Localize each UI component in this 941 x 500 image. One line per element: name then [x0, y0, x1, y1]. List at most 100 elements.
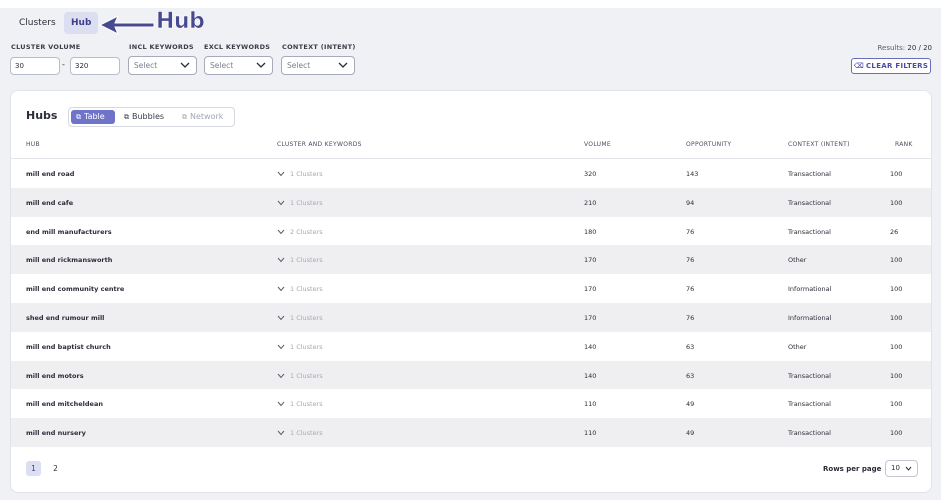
cell-rank: 100	[890, 429, 903, 438]
table-row[interactable]: mill end road 1 Clusters 320 143 Transac…	[11, 159, 931, 188]
cell-clusters[interactable]: 1 Clusters	[277, 314, 323, 322]
table-row[interactable]: mill end cafe 1 Clusters 210 94 Transact…	[11, 187, 931, 217]
cell-context: Other	[788, 256, 807, 265]
table-row[interactable]: mill end baptist church 1 Clusters 140 6…	[11, 332, 931, 361]
chevron-down-icon	[277, 373, 285, 378]
table-grid-icon: ⧉	[124, 113, 129, 121]
cell-rank: 100	[890, 313, 903, 322]
cell-hub: mill end motors	[26, 371, 84, 380]
incl-keywords-select[interactable]: Select	[128, 56, 197, 75]
excl-keywords-select[interactable]: Select	[204, 56, 273, 75]
header-context[interactable]: CONTEXT (INTENT)	[788, 141, 850, 148]
table-row[interactable]: mill end mitcheldean 1 Clusters 110 49 T…	[11, 389, 931, 418]
incl-keywords-label: INCL KEYWORDS	[129, 43, 194, 51]
cell-clusters[interactable]: 1 Clusters	[277, 429, 323, 437]
view-network-label: Network	[190, 112, 224, 121]
rows-per-page-select[interactable]: 10	[885, 460, 918, 477]
cell-volume: 180	[584, 227, 597, 236]
table-row[interactable]: mill end community centre 1 Clusters 170…	[11, 274, 931, 303]
cell-clusters-label: 1 Clusters	[290, 256, 323, 265]
volume-min-input[interactable]: 30	[10, 57, 60, 75]
cell-clusters[interactable]: 2 Clusters	[277, 228, 323, 236]
view-switcher: ⧉ Table ⧉ Bubbles ⧉ Network	[68, 107, 235, 127]
header-cluster[interactable]: CLUSTER AND KEYWORDS	[277, 141, 362, 148]
context-intent-label: CONTEXT (INTENT)	[282, 43, 356, 51]
cell-opportunity: 76	[686, 227, 695, 236]
cell-opportunity: 63	[686, 342, 695, 351]
cell-hub: mill end rickmansworth	[26, 256, 113, 265]
cell-context: Informational	[788, 285, 832, 294]
results-value: 20 / 20	[907, 44, 932, 52]
tab-clusters[interactable]: Clusters	[12, 12, 63, 34]
cell-rank: 100	[890, 198, 903, 207]
chevron-down-icon	[905, 466, 912, 471]
cell-hub: mill end mitcheldean	[26, 400, 103, 409]
cell-clusters-label: 1 Clusters	[290, 313, 323, 322]
cell-clusters[interactable]: 1 Clusters	[277, 400, 323, 408]
cell-volume: 110	[584, 400, 597, 409]
chevron-down-icon	[277, 200, 285, 206]
table-grid-icon: ⧉	[76, 113, 81, 121]
chevron-down-icon	[277, 286, 285, 292]
chevron-down-icon	[277, 258, 285, 263]
cell-clusters[interactable]: 1 Clusters	[277, 343, 323, 351]
cell-clusters[interactable]: 1 Clusters	[277, 256, 323, 264]
results-count: Results: 20 / 20	[878, 44, 933, 52]
table-row[interactable]: end mill manufacturers 2 Clusters 180 76…	[11, 217, 931, 246]
table-row[interactable]: shed end rumour mill 1 Clusters 170 76 I…	[11, 302, 931, 332]
cell-rank: 100	[890, 285, 903, 294]
hubs-card: Hubs ⧉ Table ⧉ Bubbles ⧉ Network HUB CLUSTE…	[10, 90, 932, 493]
cell-volume: 320	[584, 170, 597, 178]
table-row[interactable]: mill end motors 1 Clusters 140 63 Transa…	[11, 360, 931, 390]
cell-clusters[interactable]: 1 Clusters	[277, 170, 323, 178]
cell-clusters[interactable]: 1 Clusters	[277, 285, 323, 293]
header-rank[interactable]: RANK	[895, 141, 913, 148]
header-opportunity[interactable]: OPPORTUNITY	[686, 141, 731, 148]
context-intent-select[interactable]: Select	[281, 56, 355, 75]
results-label: Results:	[877, 44, 906, 52]
cell-clusters-label: 1 Clusters	[290, 342, 323, 351]
view-bubbles-button[interactable]: ⧉ Bubbles	[119, 110, 169, 124]
cell-opportunity: 49	[686, 400, 695, 409]
cell-context: Transactional	[788, 371, 831, 380]
excl-keywords-label: EXCL KEYWORDS	[204, 43, 271, 51]
table-body: mill end road 1 Clusters 320 143 Transac…	[11, 159, 931, 447]
volume-max-input[interactable]: 320	[70, 57, 120, 75]
chevron-down-icon	[277, 315, 285, 321]
cell-hub: mill end road	[26, 170, 75, 178]
table-row[interactable]: mill end nursery 1 Clusters 110 49 Trans…	[11, 418, 931, 447]
cell-clusters-label: 1 Clusters	[290, 429, 323, 438]
cell-opportunity: 94	[686, 198, 695, 207]
page-button-2[interactable]: 2	[48, 461, 63, 476]
cell-volume: 170	[584, 313, 597, 322]
cell-hub: mill end nursery	[26, 429, 86, 438]
top-strip	[0, 0, 941, 8]
page-button-1[interactable]: 1	[26, 461, 41, 476]
view-bubbles-label: Bubbles	[132, 112, 165, 121]
cell-rank: 100	[890, 256, 903, 265]
rows-per-page-value: 10	[891, 464, 900, 472]
view-network-button[interactable]: ⧉ Network	[177, 110, 228, 124]
cell-opportunity: 49	[686, 429, 695, 438]
cell-clusters-label: 1 Clusters	[290, 285, 323, 294]
header-volume[interactable]: VOLUME	[584, 141, 611, 148]
chevron-down-icon	[180, 62, 190, 68]
rows-per-page-label: Rows per page	[823, 465, 882, 473]
incl-keywords-value: Select	[134, 61, 158, 70]
hub-annotation: Hub	[156, 9, 205, 35]
cell-rank: 100	[890, 371, 903, 380]
chevron-down-icon	[338, 62, 348, 68]
header-hub[interactable]: HUB	[26, 141, 40, 148]
cell-clusters[interactable]: 1 Clusters	[277, 199, 323, 207]
view-table-button[interactable]: ⧉ Table	[71, 110, 115, 124]
cell-volume: 140	[584, 342, 597, 351]
cell-clusters[interactable]: 1 Clusters	[277, 372, 323, 380]
table-row[interactable]: mill end rickmansworth 1 Clusters 170 76…	[11, 245, 931, 275]
cluster-volume-label: CLUSTER VOLUME	[11, 43, 81, 51]
cell-opportunity: 63	[686, 371, 695, 380]
tab-hub[interactable]: Hub	[64, 12, 99, 34]
clear-filters-button[interactable]: ⌫ CLEAR FILTERS	[851, 58, 931, 74]
cell-context: Transactional	[788, 170, 831, 178]
cell-context: Transactional	[788, 429, 831, 438]
cell-opportunity: 143	[686, 170, 699, 178]
